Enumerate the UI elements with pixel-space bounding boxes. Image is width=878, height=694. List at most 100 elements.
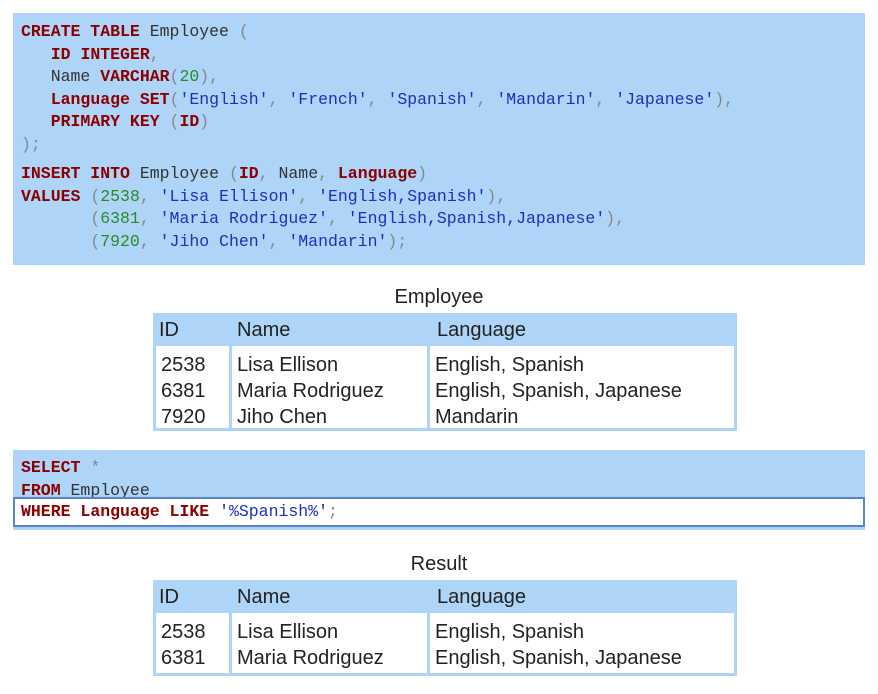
employee-table: ID Name Language 2538 6381 7920 Lisa Ell… — [153, 313, 737, 431]
id-cell: 6381 — [161, 647, 206, 669]
name-cell: Lisa Ellison — [237, 621, 339, 643]
code-token-punc: ) — [199, 112, 210, 131]
code-token-kw: VALUES — [21, 186, 81, 206]
code-token-kw: VARCHAR — [100, 67, 170, 86]
result-table-caption: Result — [410, 553, 468, 575]
result-table-header: ID Name Language — [153, 580, 737, 615]
code-token-punc: ( — [90, 231, 101, 251]
code-token-kw: Language — [80, 502, 160, 521]
code-token-plain: Name — [278, 164, 319, 183]
name-column: Lisa Ellison Maria Rodriguez — [232, 613, 427, 673]
code-token-kw: INTEGER — [80, 44, 150, 64]
code-token-num: 20 — [179, 67, 200, 86]
code-token-punc: ( — [169, 67, 180, 86]
code-token-plain: Employee — [129, 164, 229, 183]
code-token-punc: ( — [169, 112, 180, 131]
code-line: INSERT INTO Employee (ID, Name, Language… — [21, 163, 865, 186]
code-token-kw: SELECT — [21, 458, 81, 477]
code-token-punc: ( — [228, 164, 239, 183]
code-token-num: 7920 — [100, 231, 140, 251]
code-token-punc: , — [595, 89, 616, 109]
code-token-str: 'French' — [288, 89, 368, 109]
code-line: Name VARCHAR(20), — [21, 66, 865, 89]
code-token-str: 'Spanish' — [387, 89, 477, 109]
code-token-str: 'English' — [179, 89, 269, 109]
language-column: English, Spanish English, Spanish, Japan… — [430, 346, 734, 428]
code-token-str: 'English,Spanish,Japanese' — [347, 209, 606, 228]
code-token-kw: WHERE — [21, 502, 71, 521]
code-token-punc: , — [139, 209, 160, 228]
code-token-punc: , — [268, 231, 289, 251]
result-table-body: 2538 6381 Lisa Ellison Maria Rodriguez E… — [156, 613, 734, 673]
select-statement: SELECT * FROM Employee — [21, 457, 865, 502]
code-token-punc: * — [90, 458, 101, 477]
code-token-punc: ), — [714, 89, 735, 109]
code-line: (7920, 'Jiho Chen', 'Mandarin'); — [21, 231, 865, 254]
employee-table-body: 2538 6381 7920 Lisa Ellison Maria Rodrig… — [156, 346, 734, 428]
code-token-str: 'Mandarin' — [288, 231, 388, 251]
header-id: ID — [159, 586, 179, 608]
highlighted-where-clause: WHERE Language LIKE '%Spanish%'; — [13, 497, 865, 527]
select-code-block: SELECT * FROM Employee WHERE Language LIK… — [13, 450, 865, 530]
header-language: Language — [437, 319, 526, 341]
code-token-punc: ( — [169, 89, 180, 109]
code-line: PRIMARY KEY (ID) — [21, 111, 865, 134]
name-column: Lisa Ellison Maria Rodriguez Jiho Chen — [232, 346, 427, 428]
code-token-str: 'Mandarin' — [496, 89, 596, 109]
code-token-punc: , — [258, 164, 279, 183]
code-token-kw: Language — [50, 89, 130, 109]
code-token-punc: , — [318, 164, 338, 183]
code-token-punc: ; — [327, 502, 338, 521]
code-token-punc: , — [298, 186, 319, 206]
language-cell: Mandarin — [435, 406, 519, 428]
id-cell: 6381 — [161, 380, 206, 402]
name-cell: Jiho Chen — [237, 406, 328, 428]
header-id: ID — [159, 319, 179, 341]
code-token-punc: ), — [486, 186, 507, 206]
code-line: ); — [21, 134, 865, 157]
code-token-punc: ), — [605, 209, 626, 228]
header-name: Name — [237, 586, 291, 608]
language-cell: English, Spanish — [435, 621, 584, 643]
insert-statement: INSERT INTO Employee (ID, Name, Language… — [21, 163, 865, 253]
code-token-punc: , — [149, 44, 160, 64]
code-token-punc: , — [139, 231, 160, 251]
language-column: English, Spanish English, Spanish, Japan… — [430, 613, 734, 673]
code-line: SELECT * — [21, 457, 865, 480]
code-token-plain: Name — [21, 67, 101, 86]
code-line: CREATE TABLE Employee ( — [21, 21, 865, 44]
code-line: (6381, 'Maria Rodriguez', 'English,Spani… — [21, 208, 865, 231]
code-token-str: 'Maria Rodriguez' — [159, 209, 328, 228]
code-token-kw: ID — [50, 44, 71, 64]
code-token-str: '%Spanish%' — [219, 502, 328, 521]
code-token-kw: ID — [179, 112, 200, 131]
id-column: 2538 6381 — [156, 613, 229, 673]
code-token-kw: SET — [139, 89, 170, 109]
code-token-kw: LIKE — [169, 502, 210, 521]
code-line: VALUES (2538, 'Lisa Ellison', 'English,S… — [21, 186, 865, 209]
code-token-str: 'Jiho Chen' — [159, 231, 269, 251]
code-token-punc: ); — [21, 134, 41, 154]
code-token-punc: , — [139, 186, 160, 206]
id-column: 2538 6381 7920 — [156, 346, 229, 428]
code-line: ID INTEGER, — [21, 44, 865, 67]
code-line: Language SET('English', 'French', 'Spani… — [21, 89, 865, 112]
code-token-kw: INSERT INTO — [21, 164, 130, 183]
language-cell: English, Spanish, Japanese — [435, 647, 682, 669]
code-token-punc: , — [367, 89, 388, 109]
name-cell: Maria Rodriguez — [237, 647, 384, 669]
code-token-punc: ), — [199, 67, 220, 86]
code-token-plain: Employee — [139, 22, 239, 41]
code-token-punc: , — [476, 89, 497, 109]
